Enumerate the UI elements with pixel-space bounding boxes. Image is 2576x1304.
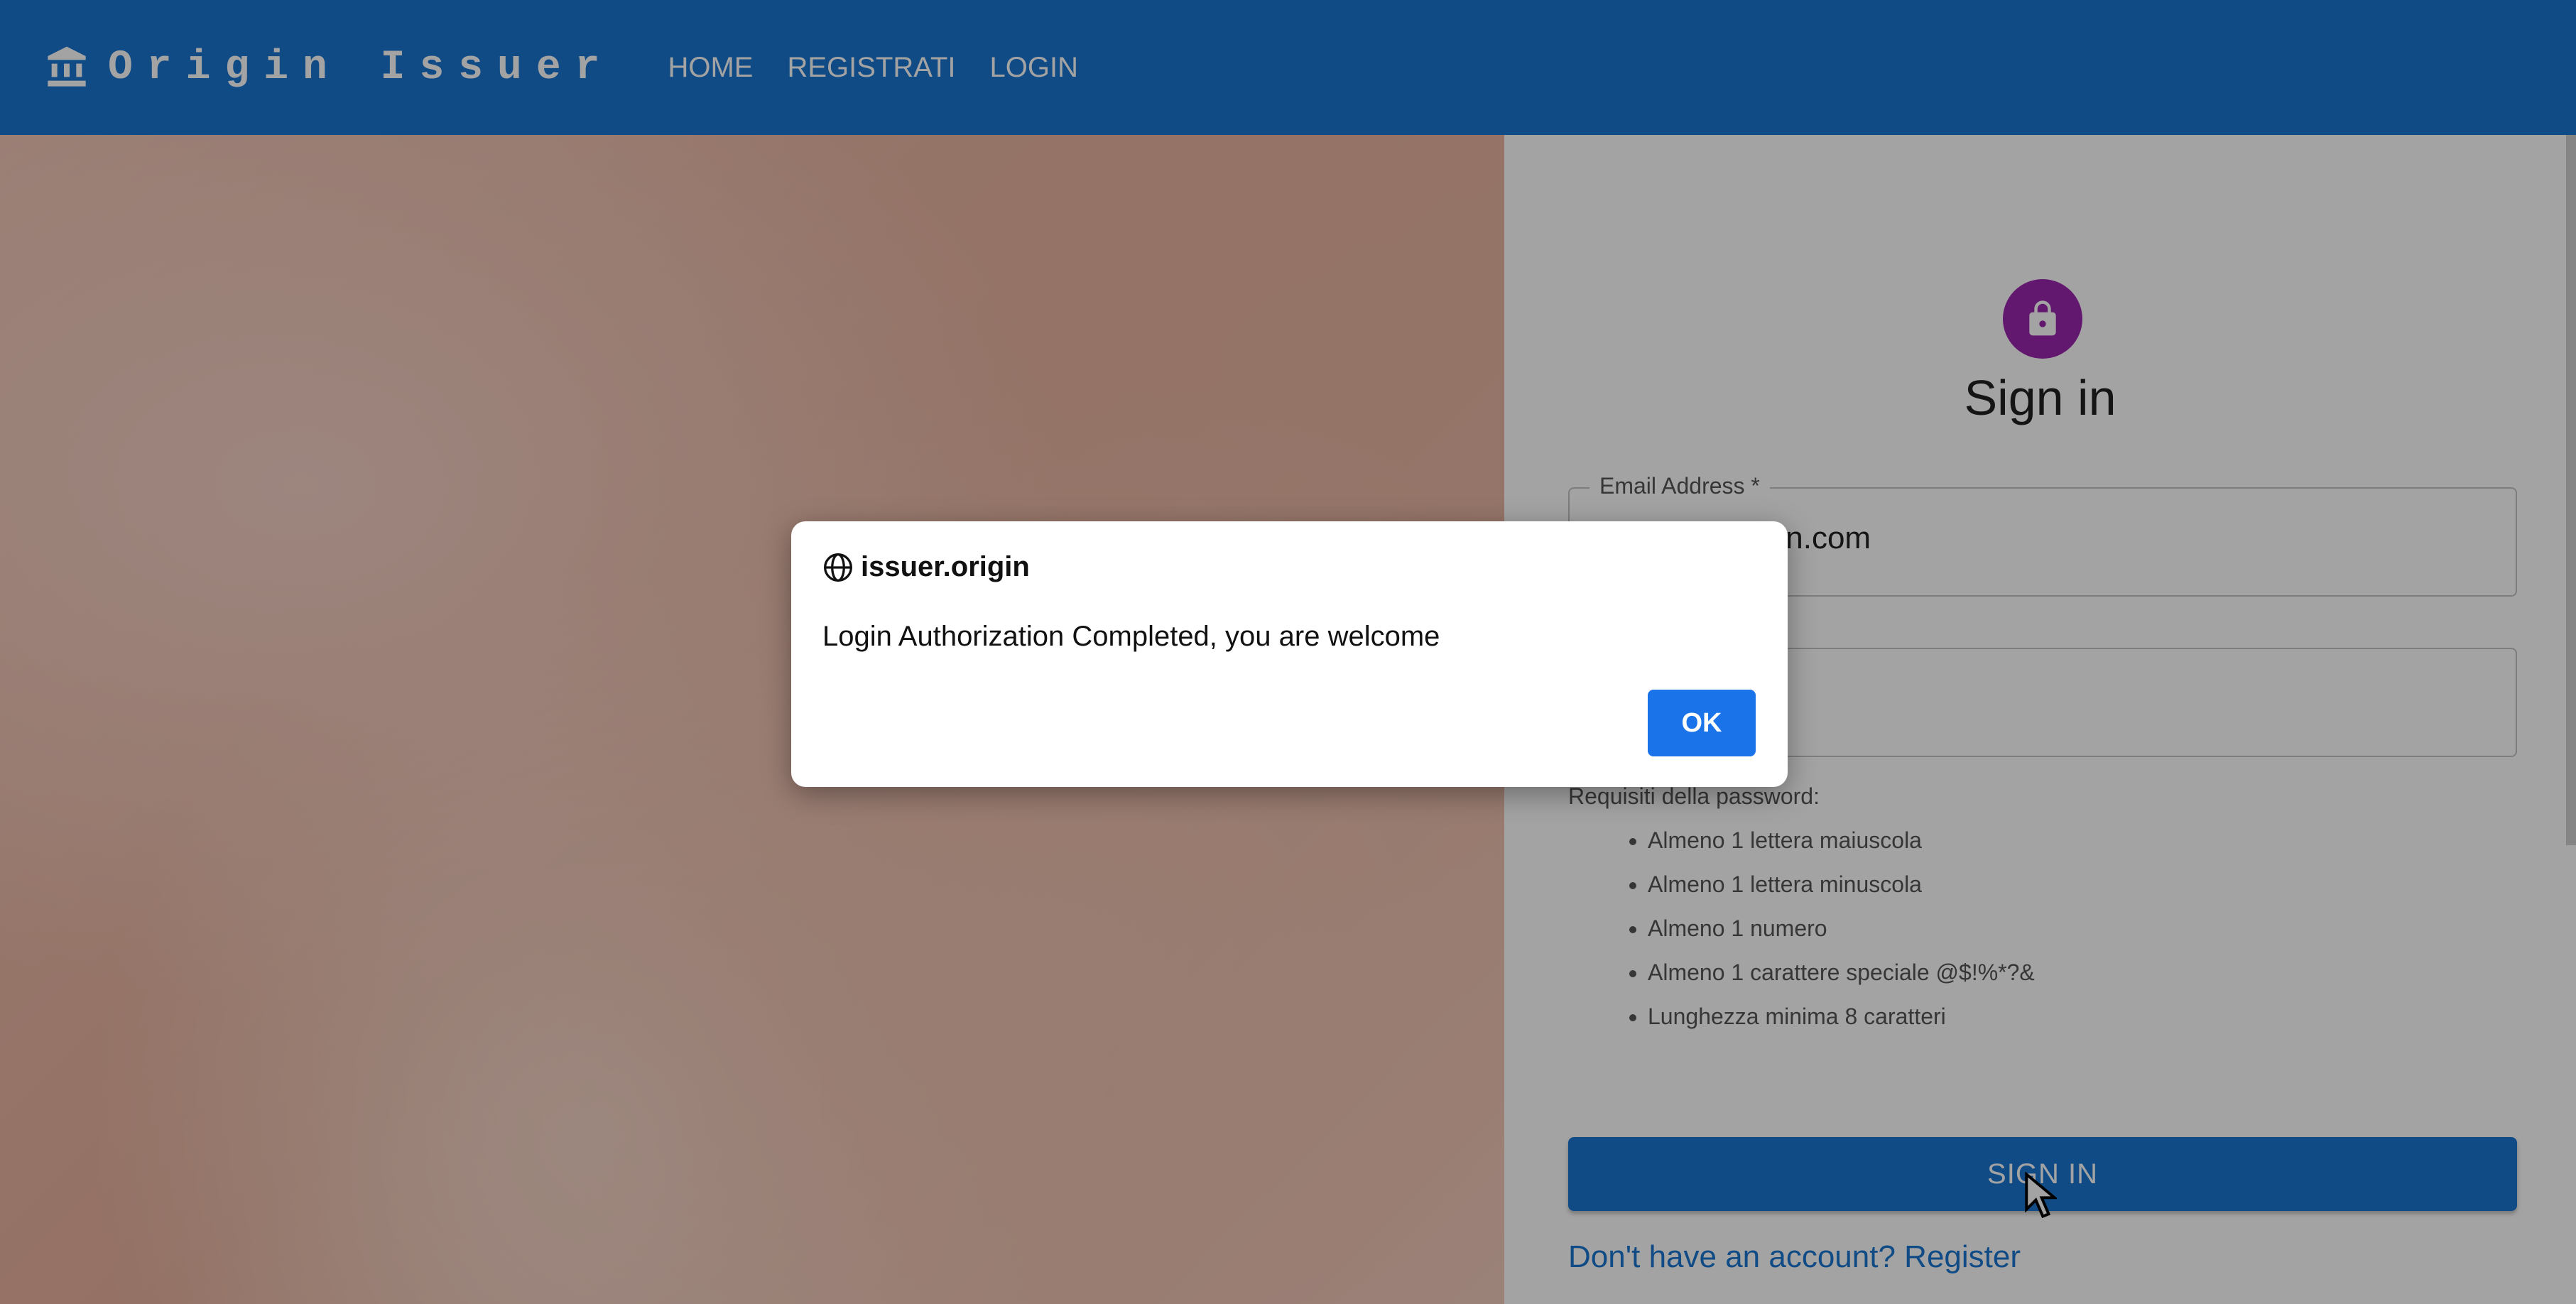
- dialog-message: Login Authorization Completed, you are w…: [822, 621, 1440, 652]
- ok-button[interactable]: OK: [1648, 690, 1756, 756]
- globe-icon: [824, 553, 852, 582]
- dialog-origin: issuer.origin: [822, 551, 1030, 583]
- dialog-origin-text: issuer.origin: [861, 551, 1030, 582]
- alert-dialog: issuer.origin Login Authorization Comple…: [791, 521, 1788, 787]
